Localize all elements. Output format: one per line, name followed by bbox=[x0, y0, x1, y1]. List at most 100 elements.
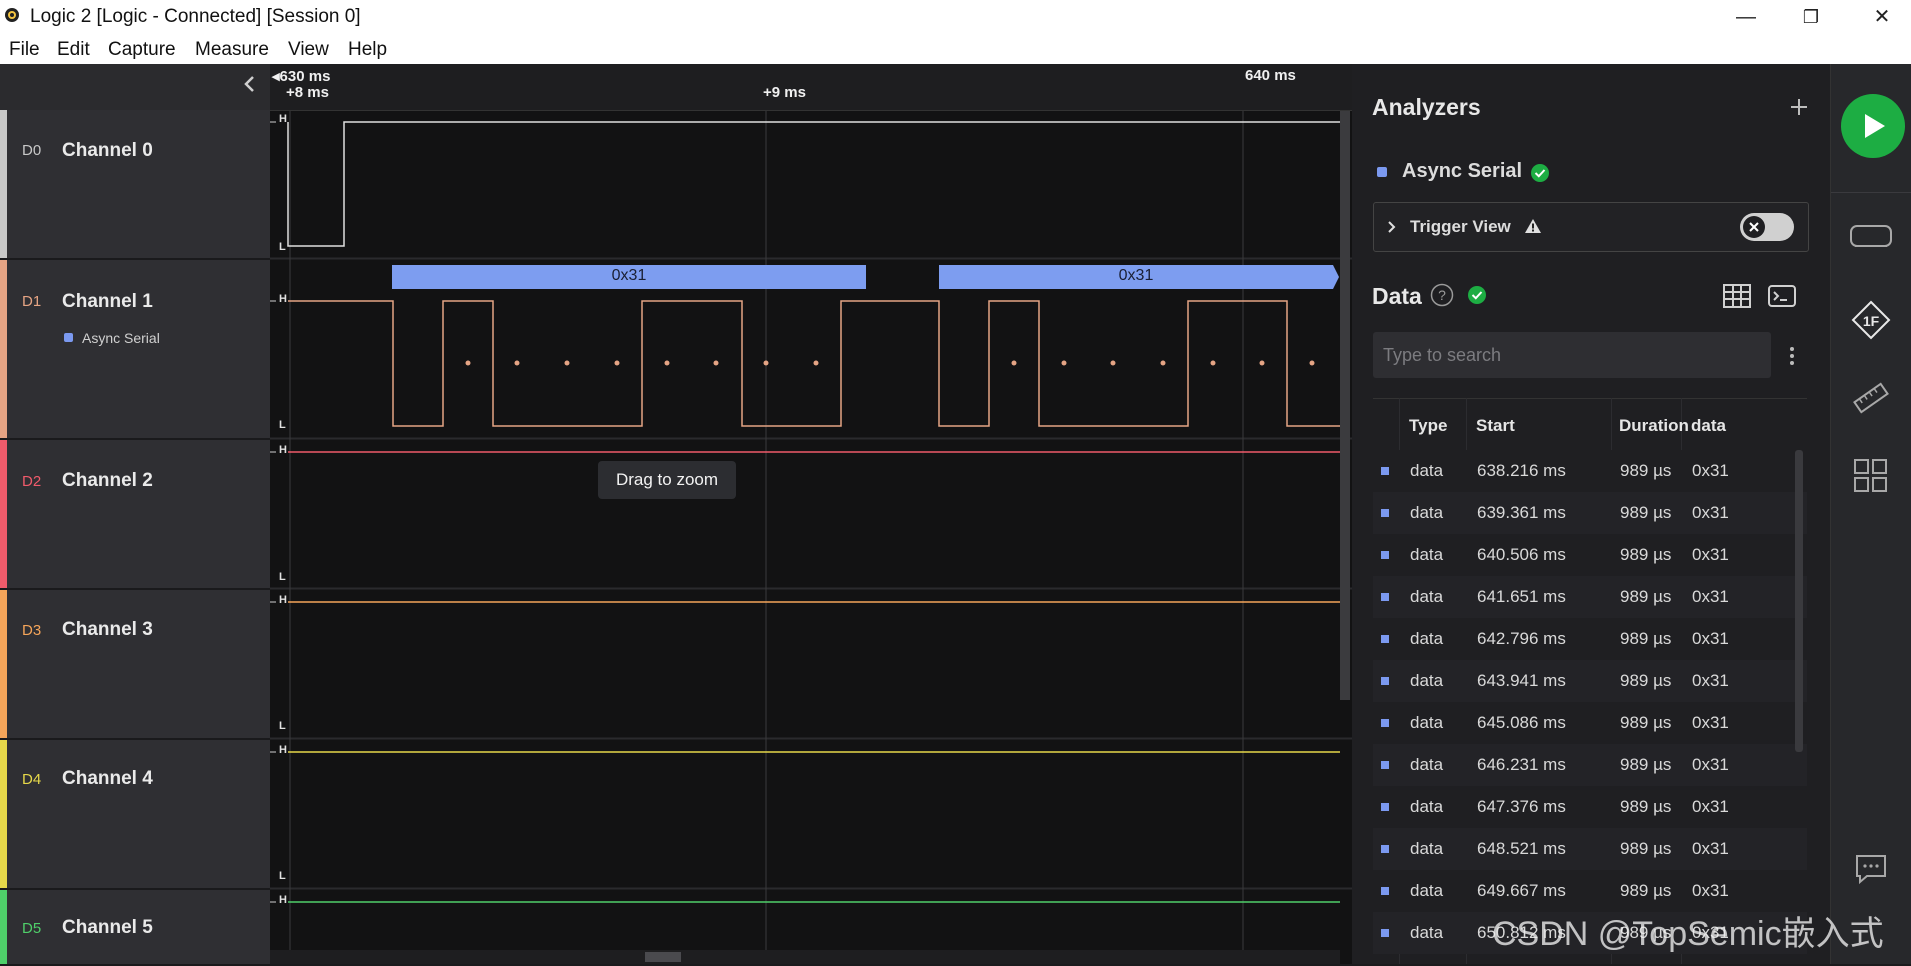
menu-file[interactable]: File bbox=[9, 39, 40, 61]
column-header-data[interactable]: data bbox=[1691, 416, 1726, 436]
decoded-value-label[interactable]: 0x31 bbox=[939, 267, 1333, 285]
menu-edit[interactable]: Edit bbox=[57, 39, 90, 61]
restore-button[interactable]: ❐ bbox=[1791, 4, 1831, 30]
channel-id: D5 bbox=[22, 920, 42, 937]
channel-row-3[interactable]: D3 Channel 3 bbox=[0, 590, 270, 740]
level-low-label: L bbox=[279, 241, 286, 253]
row-color-square bbox=[1381, 593, 1389, 601]
plus-icon[interactable] bbox=[1784, 92, 1814, 122]
row-color-square bbox=[1381, 677, 1389, 685]
svg-text:?: ? bbox=[1438, 287, 1446, 303]
cell-duration: 989 µs bbox=[1620, 629, 1672, 648]
right-sidebar: 1F bbox=[1830, 64, 1911, 964]
more-options-icon[interactable] bbox=[1788, 345, 1796, 367]
chevron-right-icon[interactable] bbox=[1386, 219, 1398, 235]
measure-ruler-icon[interactable] bbox=[1849, 376, 1893, 420]
channel-row-2[interactable]: D2 Channel 2 bbox=[0, 440, 270, 590]
table-row[interactable]: data 639.361 ms 989 µs 0x31 bbox=[1373, 492, 1807, 534]
menu-view[interactable]: View bbox=[288, 39, 329, 61]
table-row[interactable]: data 647.376 ms 989 µs 0x31 bbox=[1373, 786, 1807, 828]
waveform-canvas[interactable] bbox=[270, 64, 1352, 964]
column-header-type[interactable]: Type bbox=[1409, 416, 1447, 436]
cell-data: 0x31 bbox=[1692, 797, 1729, 816]
column-header-duration[interactable]: Duration bbox=[1619, 416, 1689, 436]
table-row[interactable]: data 641.651 ms 989 µs 0x31 bbox=[1373, 576, 1807, 618]
terminal-view-icon[interactable] bbox=[1767, 282, 1797, 310]
table-row[interactable]: data 638.216 ms 989 µs 0x31 bbox=[1373, 450, 1807, 492]
cell-start: 639.361 ms bbox=[1477, 503, 1566, 522]
start-capture-button[interactable] bbox=[1841, 94, 1905, 158]
cell-start: 648.521 ms bbox=[1477, 839, 1566, 858]
play-icon bbox=[1865, 114, 1885, 138]
level-high-label: H bbox=[279, 293, 287, 305]
channel-name[interactable]: Channel 2 bbox=[62, 470, 153, 492]
analyzer-item-name[interactable]: Async Serial bbox=[1402, 160, 1522, 183]
menu-help[interactable]: Help bbox=[348, 39, 387, 61]
horizontal-scrollbar-thumb bbox=[645, 952, 681, 962]
level-low-label: L bbox=[279, 571, 286, 583]
channel-row-1[interactable]: D1 Channel 1 Async Serial bbox=[0, 260, 270, 440]
check-circle-icon bbox=[1468, 286, 1486, 304]
device-icon[interactable] bbox=[1849, 216, 1893, 260]
channel-color-bar bbox=[0, 110, 7, 258]
table-row[interactable]: data 646.231 ms 989 µs 0x31 bbox=[1373, 744, 1807, 786]
channel-name[interactable]: Channel 1 bbox=[62, 291, 153, 313]
table-scrollbar[interactable] bbox=[1795, 450, 1803, 752]
extensions-icon[interactable] bbox=[1849, 454, 1893, 498]
trigger-view-toggle[interactable] bbox=[1740, 213, 1794, 241]
data-section-title: Data bbox=[1372, 283, 1422, 309]
close-button[interactable]: ✕ bbox=[1862, 4, 1902, 30]
cell-type: data bbox=[1410, 839, 1444, 858]
channel-name[interactable]: Channel 4 bbox=[62, 768, 153, 790]
row-color-square bbox=[1381, 635, 1389, 643]
column-header-start[interactable]: Start bbox=[1476, 416, 1515, 436]
data-search-input[interactable] bbox=[1373, 332, 1771, 378]
analyzer-1f-icon[interactable]: 1F bbox=[1849, 298, 1893, 342]
table-row[interactable]: data 643.941 ms 989 µs 0x31 bbox=[1373, 660, 1807, 702]
trigger-view-label: Trigger View bbox=[1410, 217, 1511, 236]
decoded-value-label[interactable]: 0x31 bbox=[392, 267, 866, 285]
table-row[interactable]: data 642.796 ms 989 µs 0x31 bbox=[1373, 618, 1807, 660]
channel-name[interactable]: Channel 3 bbox=[62, 619, 153, 641]
menu-measure[interactable]: Measure bbox=[195, 39, 269, 61]
cell-data: 0x31 bbox=[1692, 545, 1729, 564]
channel-name[interactable]: Channel 5 bbox=[62, 917, 153, 939]
table-view-icon[interactable] bbox=[1722, 282, 1752, 310]
time-ruler[interactable]: ◂630 ms +8 ms +9 ms 640 ms bbox=[270, 64, 1352, 111]
cell-type: data bbox=[1410, 461, 1444, 480]
channel-id: D1 bbox=[22, 293, 42, 310]
level-low-label: L bbox=[279, 419, 286, 431]
help-icon[interactable]: ? bbox=[1430, 283, 1454, 307]
row-color-square bbox=[1381, 467, 1389, 475]
channel-color-bar bbox=[0, 590, 7, 738]
channel-analyzer-label[interactable]: Async Serial bbox=[82, 330, 160, 346]
table-row[interactable]: data 640.506 ms 989 µs 0x31 bbox=[1373, 534, 1807, 576]
waveform-view[interactable]: H L H L H L H L H L H 0x31 0x31 ◂630 ms … bbox=[270, 64, 1352, 964]
trigger-view-row[interactable]: Trigger View bbox=[1373, 202, 1809, 252]
menu-capture[interactable]: Capture bbox=[108, 39, 176, 61]
channel-row-4[interactable]: D4 Channel 4 bbox=[0, 740, 270, 890]
cell-duration: 989 µs bbox=[1620, 881, 1672, 900]
cell-start: 645.086 ms bbox=[1477, 713, 1566, 732]
channel-row-5[interactable]: D5 Channel 5 bbox=[0, 890, 270, 966]
analyzers-title: Analyzers bbox=[1372, 94, 1481, 120]
ruler-offset-label: +8 ms bbox=[286, 84, 329, 101]
ruler-mid-label: +9 ms bbox=[763, 84, 806, 101]
channel-id: D4 bbox=[22, 771, 42, 788]
channel-row-0[interactable]: D0 Channel 0 bbox=[0, 110, 270, 260]
cell-data: 0x31 bbox=[1692, 881, 1729, 900]
title-bar: Logic 2 [Logic - Connected] [Session 0] … bbox=[0, 0, 1911, 34]
channel-name[interactable]: Channel 0 bbox=[62, 140, 153, 162]
cell-type: data bbox=[1410, 587, 1444, 606]
table-row[interactable]: data 648.521 ms 989 µs 0x31 bbox=[1373, 828, 1807, 870]
vertical-scrollbar bbox=[1340, 110, 1350, 700]
cell-type: data bbox=[1410, 671, 1444, 690]
level-low-label: L bbox=[279, 870, 286, 882]
collapse-chevron-icon[interactable] bbox=[240, 72, 260, 96]
table-row[interactable]: data 645.086 ms 989 µs 0x31 bbox=[1373, 702, 1807, 744]
feedback-icon[interactable] bbox=[1849, 846, 1893, 890]
minimize-button[interactable]: — bbox=[1726, 4, 1766, 30]
channel-color-bar bbox=[0, 890, 7, 964]
csdn-watermark: CSDN @TopSemic嵌入式 bbox=[1492, 915, 1884, 953]
svg-text:1F: 1F bbox=[1863, 313, 1880, 329]
